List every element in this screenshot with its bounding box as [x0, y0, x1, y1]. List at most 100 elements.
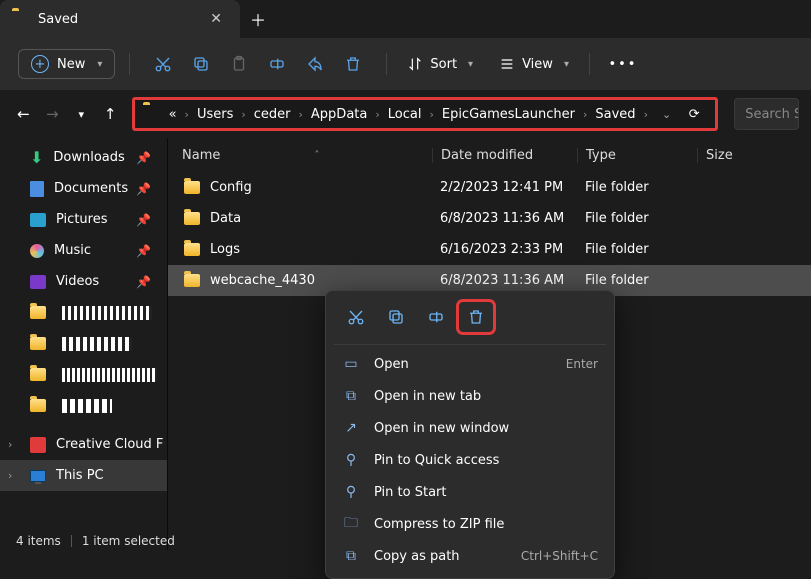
file-date: 6/16/2023 2:33 PM	[432, 242, 577, 257]
zip-icon: 🗀	[342, 512, 360, 536]
delete-button[interactable]	[334, 45, 372, 83]
ctx-label: Open in new window	[374, 421, 509, 436]
ctx-delete-button[interactable]	[458, 301, 494, 333]
breadcrumb-item[interactable]: Saved	[595, 107, 635, 122]
pin-icon: 📌	[136, 182, 151, 196]
sidebar-item-downloads[interactable]: ⬇ Downloads 📌	[0, 142, 167, 173]
sidebar-item-label: Downloads	[53, 150, 124, 165]
ctx-label: Open in new tab	[374, 389, 481, 404]
sidebar: ⬇ Downloads 📌 Documents 📌 Pictures 📌 Mus…	[0, 138, 168, 550]
ctx-label: Pin to Start	[374, 485, 446, 500]
col-type[interactable]: Type	[577, 148, 697, 163]
file-name: Data	[210, 211, 432, 226]
sidebar-item-this-pc[interactable]: › This PC	[0, 460, 167, 491]
forward-button[interactable]: →	[41, 101, 64, 127]
ctx-label: Open	[374, 357, 409, 372]
sidebar-item-pinned[interactable]	[0, 359, 167, 390]
toolbar: + New ▾ Sort ▾ View ▾ •••	[0, 38, 811, 90]
sort-button[interactable]: Sort ▾	[401, 56, 479, 72]
col-name[interactable]: Name˄	[182, 148, 432, 163]
sidebar-item-videos[interactable]: Videos 📌	[0, 266, 167, 297]
sidebar-item-music[interactable]: Music 📌	[0, 235, 167, 266]
breadcrumb-item[interactable]: Users	[197, 107, 233, 122]
file-date: 2/2/2023 12:41 PM	[432, 180, 577, 195]
back-button[interactable]: ←	[12, 101, 35, 127]
search-placeholder: Search Save	[745, 107, 799, 122]
folder-icon	[12, 11, 28, 27]
ctx-label: Pin to Quick access	[374, 453, 499, 468]
file-name: Logs	[210, 242, 432, 257]
breadcrumb-item[interactable]: ceder	[254, 107, 291, 122]
folder-icon	[30, 337, 46, 350]
ctx-shortcut: Enter	[566, 357, 598, 371]
file-name: webcache_4430	[210, 273, 432, 288]
ctx-open-new-window[interactable]: ↗ Open in new window	[326, 412, 614, 444]
sidebar-item-label: Documents	[54, 181, 128, 196]
ctx-pin-start[interactable]: ⚲ Pin to Start	[326, 476, 614, 508]
up-button[interactable]: ↑	[99, 101, 122, 127]
ctx-copy-button[interactable]	[378, 301, 414, 333]
file-type: File folder	[577, 180, 697, 195]
folder-icon	[143, 105, 161, 123]
column-headers[interactable]: Name˄ Date modified Type Size	[168, 138, 811, 172]
status-bar: 4 items 1 item selected	[0, 532, 175, 550]
list-item[interactable]: Logs 6/16/2023 2:33 PM File folder	[168, 234, 811, 265]
chevron-right-icon: ›	[579, 108, 591, 121]
ctx-open[interactable]: ▭ Open Enter	[326, 348, 614, 380]
breadcrumb-overflow[interactable]: «	[169, 107, 177, 122]
chevron-right-icon: ›	[295, 108, 307, 121]
breadcrumb-item[interactable]: AppData	[311, 107, 367, 122]
ctx-label: Compress to ZIP file	[374, 517, 504, 532]
music-icon	[30, 244, 44, 258]
new-button[interactable]: + New ▾	[18, 49, 115, 79]
ctx-compress-zip[interactable]: 🗀 Compress to ZIP file	[326, 508, 614, 540]
redacted-label	[62, 337, 132, 351]
sidebar-item-creative-cloud[interactable]: › Creative Cloud F	[0, 429, 167, 460]
sidebar-item-pinned[interactable]	[0, 297, 167, 328]
breadcrumb-dropdown[interactable]: ⌄	[656, 108, 677, 121]
cut-button[interactable]	[144, 45, 182, 83]
ctx-shortcut: Ctrl+Shift+C	[521, 549, 598, 563]
list-item[interactable]: Data 6/8/2023 11:36 AM File folder	[168, 203, 811, 234]
breadcrumb[interactable]: « › Users › ceder › AppData › Local › Ep…	[132, 97, 719, 131]
external-icon: ↗	[342, 420, 360, 436]
view-button[interactable]: View ▾	[493, 56, 575, 72]
recent-locations-button[interactable]: ▾	[70, 101, 93, 127]
path-icon: ⧉	[342, 548, 360, 564]
search-input[interactable]: Search Save	[734, 98, 799, 130]
ctx-open-new-tab[interactable]: ⧉ Open in new tab	[326, 380, 614, 412]
breadcrumb-item[interactable]: Local	[388, 107, 422, 122]
col-date[interactable]: Date modified	[432, 148, 577, 163]
more-button[interactable]: •••	[604, 45, 642, 83]
ctx-rename-button[interactable]	[418, 301, 454, 333]
sidebar-item-label: Creative Cloud F	[56, 437, 163, 452]
sidebar-item-label: Videos	[56, 274, 99, 289]
ctx-cut-button[interactable]	[338, 301, 374, 333]
sidebar-item-documents[interactable]: Documents 📌	[0, 173, 167, 204]
refresh-button[interactable]: ⟳	[681, 107, 707, 122]
folder-icon	[30, 306, 46, 319]
list-item[interactable]: Config 2/2/2023 12:41 PM File folder	[168, 172, 811, 203]
creative-cloud-icon	[30, 437, 46, 453]
ctx-pin-quick[interactable]: ⚲ Pin to Quick access	[326, 444, 614, 476]
titlebar: Saved ✕ ＋	[0, 0, 811, 38]
chevron-down-icon: ▾	[564, 59, 569, 70]
sidebar-item-pictures[interactable]: Pictures 📌	[0, 204, 167, 235]
rename-button[interactable]	[258, 45, 296, 83]
paste-button[interactable]	[220, 45, 258, 83]
sidebar-item-pinned[interactable]	[0, 390, 167, 421]
sort-indicator-icon: ˄	[314, 150, 319, 161]
window-tab[interactable]: Saved ✕	[0, 0, 240, 38]
copy-button[interactable]	[182, 45, 220, 83]
sidebar-item-pinned[interactable]	[0, 328, 167, 359]
pin-icon: 📌	[136, 151, 151, 165]
col-size[interactable]: Size	[697, 148, 777, 163]
close-tab-button[interactable]: ✕	[204, 9, 228, 29]
share-button[interactable]	[296, 45, 334, 83]
breadcrumb-item[interactable]: EpicGamesLauncher	[442, 107, 575, 122]
ctx-copy-path[interactable]: ⧉ Copy as path Ctrl+Shift+C	[326, 540, 614, 572]
redacted-label	[62, 306, 152, 320]
ctx-label: Copy as path	[374, 549, 460, 564]
separator	[129, 53, 130, 75]
new-tab-button[interactable]: ＋	[240, 1, 276, 37]
